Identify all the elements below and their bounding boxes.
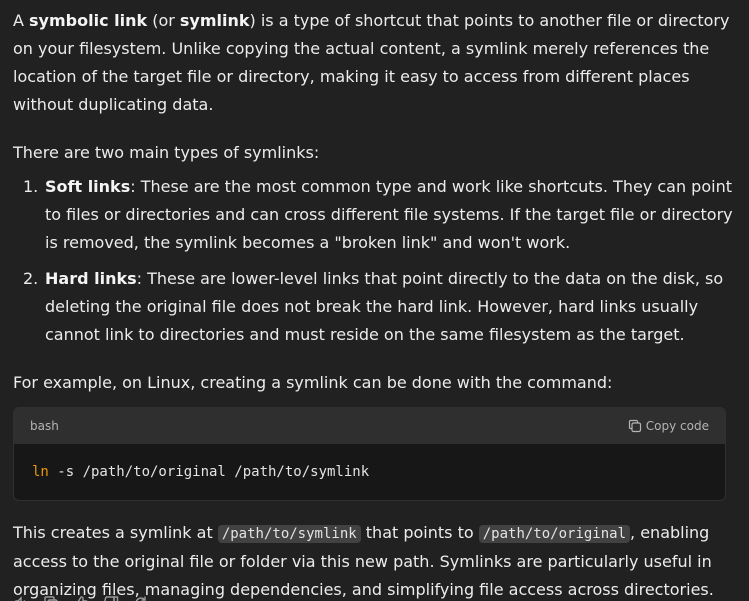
code-content[interactable]: ln -s /path/to/original /path/to/symlink bbox=[14, 444, 725, 500]
list-item-description: : These are lower-level links that point… bbox=[45, 269, 724, 344]
closing-text: that points to bbox=[360, 523, 479, 542]
copy-code-button[interactable]: Copy code bbox=[628, 412, 709, 440]
code-args: -s /path/to/original /path/to/symlink bbox=[48, 464, 370, 480]
intro-text: A bbox=[13, 11, 30, 30]
list-item: 1. Soft links: These are the most common… bbox=[13, 173, 736, 257]
regenerate-icon[interactable] bbox=[133, 592, 149, 601]
list-number: 2. bbox=[23, 269, 39, 288]
message-actions bbox=[13, 592, 149, 601]
example-intro: For example, on Linux, creating a symlin… bbox=[13, 373, 613, 392]
code-block-header: bash Copy code bbox=[14, 408, 725, 444]
inline-code: /path/to/original bbox=[478, 525, 631, 543]
list-item-title: Hard links bbox=[45, 269, 137, 288]
types-list: 1. Soft links: These are the most common… bbox=[13, 173, 736, 349]
read-aloud-icon[interactable] bbox=[13, 592, 29, 601]
term-symlink: symlink bbox=[179, 11, 250, 30]
list-item: 2. Hard links: These are lower-level lin… bbox=[13, 265, 736, 349]
inline-code: /path/to/symlink bbox=[217, 525, 361, 543]
chat-message: A symbolic link (or symlink) is a type o… bbox=[0, 0, 749, 601]
list-item-title: Soft links bbox=[45, 177, 131, 196]
code-command: ln bbox=[32, 464, 49, 480]
copy-icon bbox=[628, 419, 642, 433]
thumbs-up-icon[interactable] bbox=[73, 592, 89, 601]
types-intro: There are two main types of symlinks: bbox=[13, 143, 320, 162]
code-language-label: bash bbox=[30, 419, 59, 433]
closing-paragraph: This creates a symlink at /path/to/symli… bbox=[13, 519, 736, 601]
intro-text: (or bbox=[147, 11, 180, 30]
copy-code-label: Copy code bbox=[645, 419, 709, 433]
intro-paragraph: A symbolic link (or symlink) is a type o… bbox=[13, 7, 736, 119]
list-number: 1. bbox=[23, 177, 39, 196]
term-symbolic-link: symbolic link bbox=[29, 11, 148, 30]
code-block: bash Copy code ln -s /path/to/original /… bbox=[13, 407, 726, 501]
thumbs-down-icon[interactable] bbox=[103, 592, 119, 601]
list-item-description: : These are the most common type and wor… bbox=[45, 177, 733, 252]
copy-icon[interactable] bbox=[43, 592, 59, 601]
closing-text: This creates a symlink at bbox=[13, 523, 218, 542]
